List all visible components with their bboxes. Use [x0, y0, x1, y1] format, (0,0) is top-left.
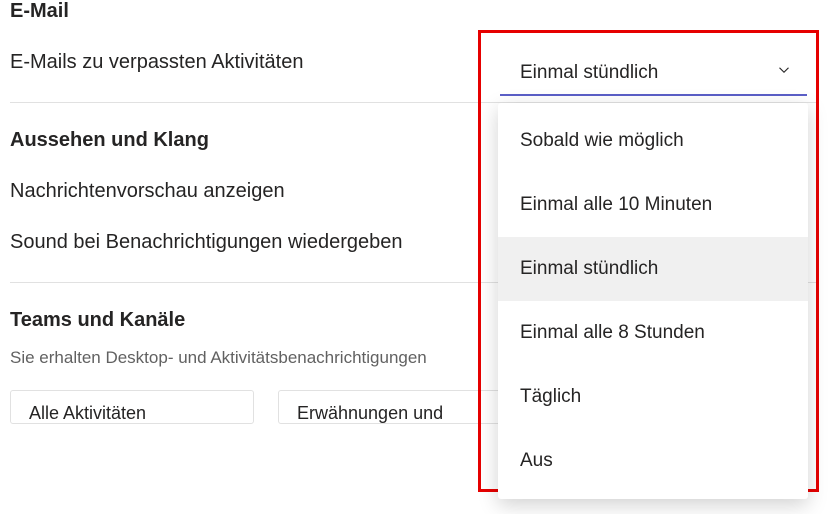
- email-heading: E-Mail: [10, 0, 818, 23]
- email-frequency-option[interactable]: Täglich: [498, 365, 808, 429]
- email-frequency-option[interactable]: Aus: [498, 429, 808, 493]
- email-frequency-option[interactable]: Einmal stündlich: [498, 237, 808, 301]
- email-frequency-option[interactable]: Einmal alle 8 Stunden: [498, 301, 808, 365]
- card-all-activities[interactable]: Alle Aktivitäten: [10, 390, 254, 424]
- missed-activity-label: E-Mails zu verpassten Aktivitäten: [10, 51, 303, 74]
- chevron-down-icon: [775, 61, 793, 85]
- email-frequency-select[interactable]: Einmal stündlich: [500, 52, 807, 96]
- sound-label: Sound bei Benachrichtigungen wiedergeben: [10, 231, 403, 254]
- email-frequency-option[interactable]: Sobald wie möglich: [498, 109, 808, 173]
- email-frequency-menu: Sobald wie möglichEinmal alle 10 Minuten…: [498, 103, 808, 499]
- email-frequency-option[interactable]: Einmal alle 10 Minuten: [498, 173, 808, 237]
- message-preview-label: Nachrichtenvorschau anzeigen: [10, 180, 285, 203]
- email-frequency-selected-value: Einmal stündlich: [520, 62, 658, 84]
